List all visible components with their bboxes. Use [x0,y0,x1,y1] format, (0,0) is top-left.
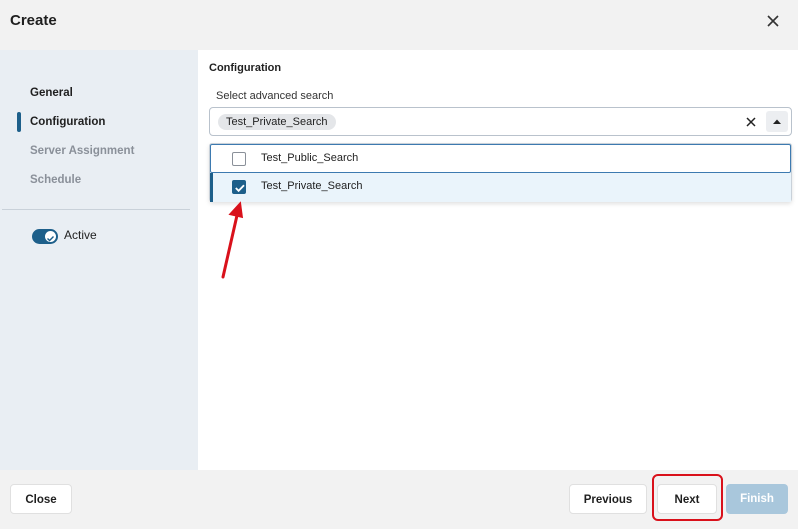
active-toggle[interactable] [32,229,58,244]
checkbox-unchecked[interactable] [232,152,246,166]
clear-icon[interactable] [743,114,759,130]
sidebar-item-general[interactable]: General [30,87,73,99]
caret-up-icon[interactable] [766,111,788,132]
option-label: Test_Private_Search [261,180,363,192]
option-test-public-search[interactable]: Test_Public_Search [210,144,791,173]
previous-button[interactable]: Previous [569,484,647,514]
active-toggle-label: Active [64,228,97,242]
annotation-highlight-box [652,474,723,521]
sidebar-divider [2,209,190,210]
sidebar-item-configuration[interactable]: Configuration [30,116,105,128]
dialog-title: Create [10,12,57,29]
finish-button[interactable]: Finish [726,484,788,514]
close-button[interactable]: Close [10,484,72,514]
main-panel: Configuration Select advanced search Tes… [198,50,798,470]
sidebar-item-schedule[interactable]: Schedule [30,174,81,186]
close-icon[interactable] [762,10,784,32]
option-label: Test_Public_Search [261,152,359,164]
annotation-arrow-icon [221,201,244,279]
toggle-knob [45,231,56,242]
advanced-search-dropdown: Test_Public_Search Test_Private_Search [209,143,792,202]
section-title: Configuration [209,62,282,74]
sidebar-item-server-assignment[interactable]: Server Assignment [30,145,134,157]
checkmark-icon [235,184,245,193]
active-step-indicator [17,112,21,132]
checkbox-checked[interactable] [232,180,246,194]
option-test-private-search[interactable]: Test_Private_Search [210,173,791,202]
dialog-header: Create [0,0,798,50]
advanced-search-label: Select advanced search [216,90,334,102]
selected-search-chip: Test_Private_Search [218,114,336,130]
advanced-search-select[interactable]: Test_Private_Search [209,107,792,136]
checkmark-icon [47,236,55,242]
dialog-footer: Close Previous Next Finish [0,470,798,529]
sidebar: General Configuration Server Assignment … [0,50,198,470]
